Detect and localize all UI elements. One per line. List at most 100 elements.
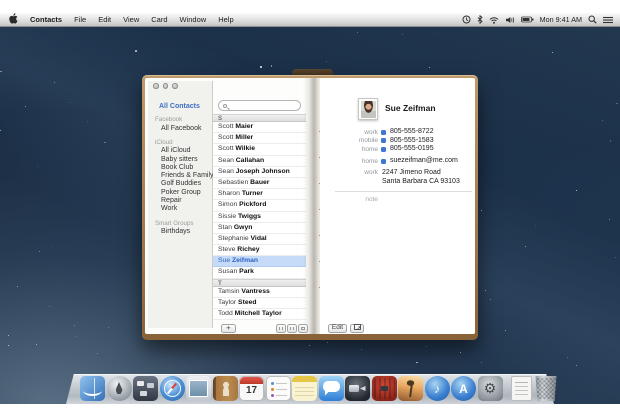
menu-card[interactable]: Card bbox=[151, 15, 167, 24]
contact-row-todd-mitchell-taylor[interactable]: Todd Mitchell Taylor bbox=[213, 309, 306, 320]
contact-last-name: Vidal bbox=[251, 235, 267, 242]
dock-mission-control-icon[interactable] bbox=[133, 376, 158, 401]
dock-app-store-icon[interactable]: A bbox=[451, 376, 476, 401]
facetime-badge-icon[interactable] bbox=[381, 138, 386, 143]
dock-itunes-icon[interactable]: ♪ bbox=[425, 376, 450, 401]
contact-row-steve-richey[interactable]: Steve Richey bbox=[213, 245, 306, 256]
dock-launchpad-icon[interactable] bbox=[107, 376, 132, 401]
dock-calendar-icon[interactable]: 17 bbox=[239, 376, 264, 401]
contact-row-sean-joseph-johnson[interactable]: Sean Joseph Johnson bbox=[213, 167, 306, 178]
dock-finder-icon[interactable] bbox=[80, 376, 105, 401]
sidebar-item-golf-buddies[interactable]: Golf Buddies bbox=[161, 180, 213, 188]
sidebar-item-book-club[interactable]: Book Club bbox=[161, 164, 213, 172]
sidebar-item-repair[interactable]: Repair bbox=[161, 197, 213, 205]
contact-row-stan-gwyn[interactable]: Stan Gwyn bbox=[213, 223, 306, 234]
detail-row-address-work: work2247 Jimeno RoadSanta Barbara CA 931… bbox=[320, 169, 472, 186]
edit-button[interactable]: Edit bbox=[328, 324, 347, 333]
contact-row-stephanie-vidal[interactable]: Stephanie Vidal bbox=[213, 234, 306, 245]
menu-app-name[interactable]: Contacts bbox=[30, 15, 62, 24]
dock-photo-booth-icon[interactable] bbox=[372, 376, 397, 401]
sidebar-item-poker-group[interactable]: Poker Group bbox=[161, 189, 213, 197]
search-input[interactable] bbox=[218, 100, 301, 111]
contact-row-simon-pickford[interactable]: Simon Pickford bbox=[213, 200, 306, 211]
dock-reminders-icon[interactable] bbox=[266, 376, 291, 401]
spotlight-icon[interactable] bbox=[588, 15, 597, 24]
contacts-window: All Contacts FacebookAll FacebookiCloudA… bbox=[142, 75, 478, 340]
contact-row-tamsin-vantress[interactable]: Tamsin Vantress bbox=[213, 287, 306, 298]
apple-menu-icon[interactable] bbox=[9, 11, 18, 29]
contact-row-sean-callahan[interactable]: Sean Callahan bbox=[213, 156, 306, 167]
volume-status-icon[interactable] bbox=[505, 16, 515, 24]
contact-photo[interactable] bbox=[358, 98, 378, 120]
contact-last-name: Mitchell Taylor bbox=[235, 310, 282, 317]
menu-help[interactable]: Help bbox=[218, 15, 233, 24]
menu-view[interactable]: View bbox=[123, 15, 139, 24]
minimize-button[interactable] bbox=[163, 83, 169, 89]
contact-first-name: Sissie bbox=[218, 213, 236, 220]
facetime-badge-icon[interactable] bbox=[381, 159, 386, 164]
sidebar-item-friends-family[interactable]: Friends & Family bbox=[161, 172, 213, 180]
contact-row-sue-zeifman[interactable]: Sue Zeifman bbox=[213, 256, 306, 267]
contact-row-scott-wilkie[interactable]: Scott Wilkie bbox=[213, 144, 306, 155]
groups-sidebar: All Contacts FacebookAll FacebookiCloudA… bbox=[148, 81, 213, 328]
add-contact-button[interactable]: + bbox=[221, 324, 236, 333]
sidebar-header-facebook: Facebook bbox=[155, 116, 213, 123]
menu-edit[interactable]: Edit bbox=[98, 15, 111, 24]
dock-notes-icon[interactable] bbox=[292, 376, 317, 401]
dock-mail-icon[interactable] bbox=[186, 376, 211, 401]
detail-row-phone-home: home805-555-0195 bbox=[320, 145, 472, 154]
close-button[interactable] bbox=[153, 83, 159, 89]
sidebar-item-birthdays[interactable]: Birthdays bbox=[161, 228, 213, 236]
contact-row-sebastien-bauer[interactable]: Sebastien Bauer bbox=[213, 178, 306, 189]
bluetooth-status-icon[interactable] bbox=[477, 15, 483, 24]
contact-first-name: Todd bbox=[218, 310, 233, 317]
dock-contacts-icon[interactable] bbox=[213, 376, 238, 401]
contact-first-name: Steve bbox=[218, 246, 235, 253]
view-columns-button[interactable] bbox=[276, 324, 286, 333]
battery-status-icon[interactable] bbox=[521, 16, 534, 23]
field-label: work bbox=[320, 169, 378, 176]
contact-last-name: Callahan bbox=[236, 157, 264, 164]
wifi-status-icon[interactable] bbox=[489, 16, 499, 24]
contact-row-taylor-steed[interactable]: Taylor Steed bbox=[213, 298, 306, 309]
detail-row-phone-work: work805-555-8722 bbox=[320, 128, 472, 137]
field-value: 805-555-8722 bbox=[390, 128, 434, 137]
contact-row-scott-miller[interactable]: Scott Miller bbox=[213, 133, 306, 144]
menu-clock[interactable]: Mon 9:41 AM bbox=[540, 15, 582, 24]
dock-system-preferences-icon[interactable]: ⚙ bbox=[478, 376, 503, 401]
facetime-badge-icon[interactable] bbox=[381, 147, 386, 152]
dock-iphoto-icon[interactable] bbox=[398, 376, 423, 401]
contact-first-name: Stephanie bbox=[218, 235, 249, 242]
dock-trash-icon[interactable] bbox=[534, 376, 559, 401]
contact-first-name: Sean bbox=[218, 168, 234, 175]
contact-fields: work805-555-8722mobile805-555-1583home80… bbox=[320, 128, 472, 204]
menu-file[interactable]: File bbox=[74, 15, 86, 24]
view-card-button[interactable] bbox=[298, 324, 308, 333]
sidebar-item-all-facebook[interactable]: All Facebook bbox=[161, 125, 213, 133]
contact-row-sharon-turner[interactable]: Sharon Turner bbox=[213, 189, 306, 200]
contact-row-susan-park[interactable]: Susan Park bbox=[213, 267, 306, 278]
share-button[interactable] bbox=[350, 324, 364, 333]
notification-center-icon[interactable] bbox=[603, 16, 613, 24]
clock-status-icon[interactable] bbox=[462, 15, 471, 24]
zoom-button[interactable] bbox=[172, 83, 178, 89]
sidebar-item-all-contacts[interactable]: All Contacts bbox=[159, 103, 213, 110]
dock-messages-icon[interactable] bbox=[319, 376, 344, 401]
dock-documents-icon[interactable] bbox=[511, 376, 532, 401]
dock-safari-icon[interactable] bbox=[160, 376, 185, 401]
sidebar-item-work[interactable]: Work bbox=[161, 205, 213, 213]
menu-window[interactable]: Window bbox=[180, 15, 207, 24]
contact-last-name: Twiggs bbox=[238, 213, 261, 220]
contact-row-scott-maier[interactable]: Scott Maier bbox=[213, 122, 306, 133]
address-line: Santa Barbara CA 93103 bbox=[382, 178, 460, 187]
menu-items: File Edit View Card Window Help bbox=[74, 15, 234, 24]
contact-last-name: Wilkie bbox=[235, 145, 255, 152]
sidebar-item-all-icloud[interactable]: All iCloud bbox=[161, 147, 213, 155]
sidebar-item-baby-sitters[interactable]: Baby sitters bbox=[161, 156, 213, 164]
field-value: 805-555-0195 bbox=[390, 145, 434, 154]
facetime-badge-icon[interactable] bbox=[381, 130, 386, 135]
contact-row-sissie-twiggs[interactable]: Sissie Twiggs bbox=[213, 212, 306, 223]
view-list-button[interactable] bbox=[287, 324, 297, 333]
field-label: note bbox=[320, 196, 378, 203]
dock-facetime-icon[interactable] bbox=[345, 376, 370, 401]
